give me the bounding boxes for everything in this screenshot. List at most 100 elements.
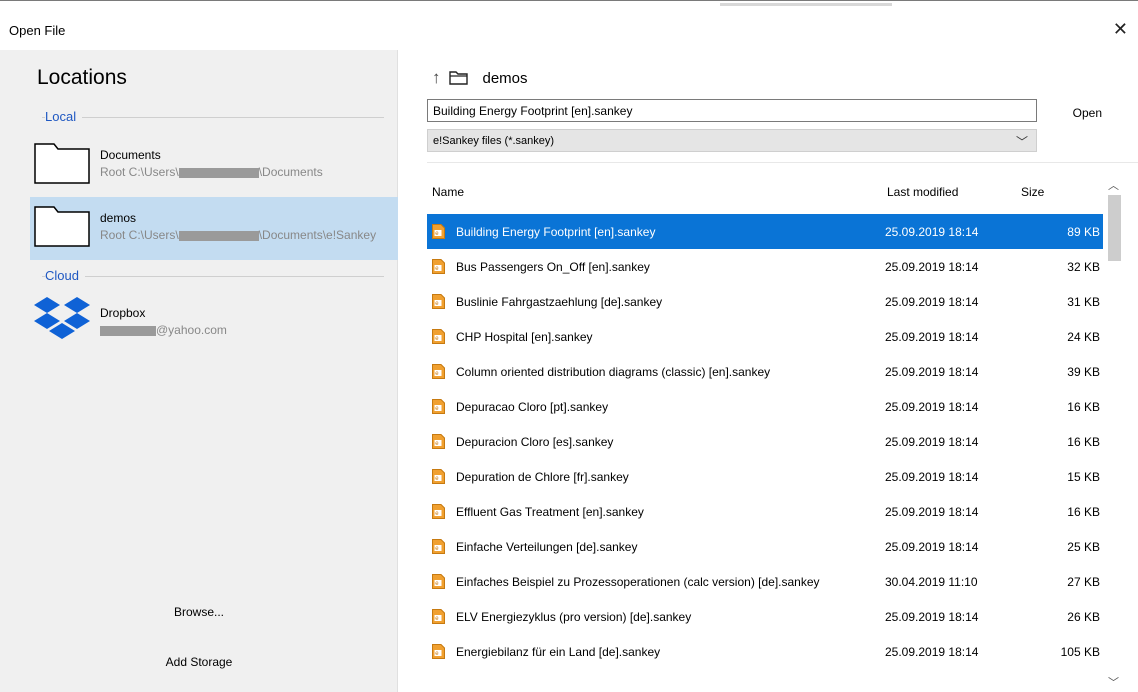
file-name: Bus Passengers On_Off [en].sankey bbox=[456, 260, 650, 274]
redacted-username bbox=[178, 167, 259, 178]
table-row[interactable]: e Einfache Verteilungen [de].sankey 25.09.… bbox=[427, 529, 1103, 564]
column-header-modified[interactable]: Last modified bbox=[887, 185, 958, 199]
file-size: 16 KB bbox=[1067, 505, 1100, 519]
file-modified: 25.09.2019 18:14 bbox=[885, 505, 979, 519]
location-item-documents[interactable]: Documents Root C:\Users\ \Documents bbox=[30, 134, 398, 197]
sankey-file-icon: e bbox=[432, 504, 445, 519]
file-name: Energiebilanz für ein Land [de].sankey bbox=[456, 645, 661, 659]
table-row[interactable]: e Einfaches Beispiel zu Prozessoperatione… bbox=[427, 564, 1103, 599]
file-modified: 25.09.2019 18:14 bbox=[885, 435, 979, 449]
location-name: Documents bbox=[100, 148, 161, 162]
column-header-size[interactable]: Size bbox=[1021, 185, 1044, 199]
file-name: Building Energy Footprint [en].sankey bbox=[456, 225, 656, 239]
breadcrumb: ↑ demos bbox=[432, 67, 528, 89]
folder-icon bbox=[34, 143, 90, 184]
table-row[interactable]: e Effluent Gas Treatment [en].sankey 25.09… bbox=[427, 494, 1103, 529]
scroll-thumb[interactable] bbox=[1108, 195, 1121, 261]
add-storage-button[interactable]: Add Storage bbox=[0, 655, 398, 669]
file-modified: 25.09.2019 18:14 bbox=[885, 400, 979, 414]
sankey-file-icon: e bbox=[432, 399, 445, 414]
table-row[interactable]: e Depuration de Chlore [fr].sankey 25.09.2… bbox=[427, 459, 1103, 494]
table-row[interactable]: e Depuracion Cloro [es].sankey 25.09.2019 … bbox=[427, 424, 1103, 459]
file-modified: 25.09.2019 18:14 bbox=[885, 330, 979, 344]
title-bar: Open File ✕ bbox=[0, 0, 1138, 50]
file-name: CHP Hospital [en].sankey bbox=[456, 330, 593, 344]
file-size: 32 KB bbox=[1067, 260, 1100, 274]
file-size: 89 KB bbox=[1067, 225, 1100, 239]
table-row[interactable]: e Energiebilanz für ein Land [de].sankey 2… bbox=[427, 634, 1103, 669]
file-size: 105 KB bbox=[1060, 645, 1100, 659]
file-size: 39 KB bbox=[1067, 365, 1100, 379]
location-name: demos bbox=[100, 211, 137, 225]
sankey-file-icon: e bbox=[432, 294, 445, 309]
table-header: Name Last modified Size bbox=[427, 185, 1103, 205]
file-list: e Building Energy Footprint [en].sankey 25… bbox=[427, 214, 1103, 669]
file-browser-panel: ↑ demos Open e!Sankey files (*.sankey) ﹀… bbox=[399, 50, 1138, 692]
table-row[interactable]: e Column oriented distribution diagrams (… bbox=[427, 354, 1103, 389]
file-modified: 25.09.2019 18:14 bbox=[885, 610, 979, 624]
table-row[interactable]: e Building Energy Footprint [en].sankey 25… bbox=[427, 214, 1103, 249]
file-size: 31 KB bbox=[1067, 295, 1100, 309]
sankey-file-icon: e bbox=[432, 574, 445, 589]
table-row[interactable]: e Bus Passengers On_Off [en].sankey 25.09.… bbox=[427, 249, 1103, 284]
location-path: Root C:\Users\ \Documents bbox=[100, 165, 323, 179]
file-size: 24 KB bbox=[1067, 330, 1100, 344]
cloud-divider bbox=[42, 276, 384, 277]
sankey-file-icon: e bbox=[432, 224, 445, 239]
local-divider bbox=[42, 117, 384, 118]
file-modified: 25.09.2019 18:14 bbox=[885, 470, 979, 484]
file-modified: 25.09.2019 18:14 bbox=[885, 365, 979, 379]
file-modified: 25.09.2019 18:14 bbox=[885, 295, 979, 309]
locations-panel: Locations Local Documents Root C:\Users\… bbox=[0, 50, 398, 692]
file-name: Einfache Verteilungen [de].sankey bbox=[456, 540, 638, 554]
file-type-select[interactable]: e!Sankey files (*.sankey) ﹀ bbox=[427, 129, 1037, 152]
sankey-file-icon: e bbox=[432, 329, 445, 344]
file-name: Einfaches Beispiel zu Prozessoperationen… bbox=[456, 575, 820, 589]
file-modified: 25.09.2019 18:14 bbox=[885, 645, 979, 659]
browse-button[interactable]: Browse... bbox=[0, 605, 398, 619]
table-row[interactable]: e ELV Energiezyklus (pro version) [de].sa… bbox=[427, 599, 1103, 634]
file-size: 15 KB bbox=[1067, 470, 1100, 484]
table-row[interactable]: e Buslinie Fahrgastzaehlung [de].sankey 25… bbox=[427, 284, 1103, 319]
column-header-name[interactable]: Name bbox=[432, 185, 464, 199]
sankey-file-icon: e bbox=[432, 609, 445, 624]
sankey-file-icon: e bbox=[432, 644, 445, 659]
file-size: 16 KB bbox=[1067, 400, 1100, 414]
file-name: Depuration de Chlore [fr].sankey bbox=[456, 470, 629, 484]
file-name: Column oriented distribution diagrams (c… bbox=[456, 365, 771, 379]
dropbox-icon bbox=[34, 297, 90, 339]
sankey-file-icon: e bbox=[432, 469, 445, 484]
location-item-demos[interactable]: demos Root C:\Users\ \Documents\e!Sankey bbox=[30, 197, 398, 260]
scroll-down-icon[interactable]: ﹀ bbox=[1108, 674, 1119, 690]
file-name: Effluent Gas Treatment [en].sankey bbox=[456, 505, 644, 519]
file-name: Depuracion Cloro [es].sankey bbox=[456, 435, 614, 449]
file-size: 26 KB bbox=[1067, 610, 1100, 624]
location-name: Dropbox bbox=[100, 306, 146, 320]
location-path: Root C:\Users\ \Documents\e!Sankey bbox=[100, 228, 377, 242]
divider bbox=[427, 162, 1138, 163]
sankey-file-icon: e bbox=[432, 539, 445, 554]
file-size: 25 KB bbox=[1067, 540, 1100, 554]
file-modified: 25.09.2019 18:14 bbox=[885, 260, 979, 274]
file-name: Buslinie Fahrgastzaehlung [de].sankey bbox=[456, 295, 663, 309]
locations-heading: Locations bbox=[37, 66, 127, 89]
filename-input[interactable] bbox=[427, 99, 1037, 122]
table-row[interactable]: e Depuracao Cloro [pt].sankey 25.09.2019 1… bbox=[427, 389, 1103, 424]
redacted-username bbox=[178, 230, 259, 241]
folder-icon bbox=[34, 206, 90, 247]
background-strip bbox=[720, 3, 892, 6]
open-button[interactable]: Open bbox=[1073, 106, 1102, 120]
redacted-username bbox=[100, 325, 156, 336]
table-row[interactable]: e CHP Hospital [en].sankey 25.09.2019 18:1… bbox=[427, 319, 1103, 354]
window-title: Open File bbox=[9, 23, 66, 38]
file-type-selected: e!Sankey files (*.sankey) bbox=[433, 135, 555, 147]
scroll-up-icon[interactable]: ︿ bbox=[1108, 177, 1119, 193]
close-icon[interactable]: ✕ bbox=[1113, 19, 1128, 40]
location-item-dropbox[interactable]: Dropbox @yahoo.com bbox=[30, 293, 398, 356]
up-arrow-icon[interactable]: ↑ bbox=[432, 68, 441, 88]
current-folder-name: demos bbox=[482, 69, 528, 87]
file-name: Depuracao Cloro [pt].sankey bbox=[456, 400, 609, 414]
file-modified: 25.09.2019 18:14 bbox=[885, 225, 979, 239]
vertical-scrollbar[interactable]: ︿ ﹀ bbox=[1105, 175, 1124, 692]
sankey-file-icon: e bbox=[432, 364, 445, 379]
